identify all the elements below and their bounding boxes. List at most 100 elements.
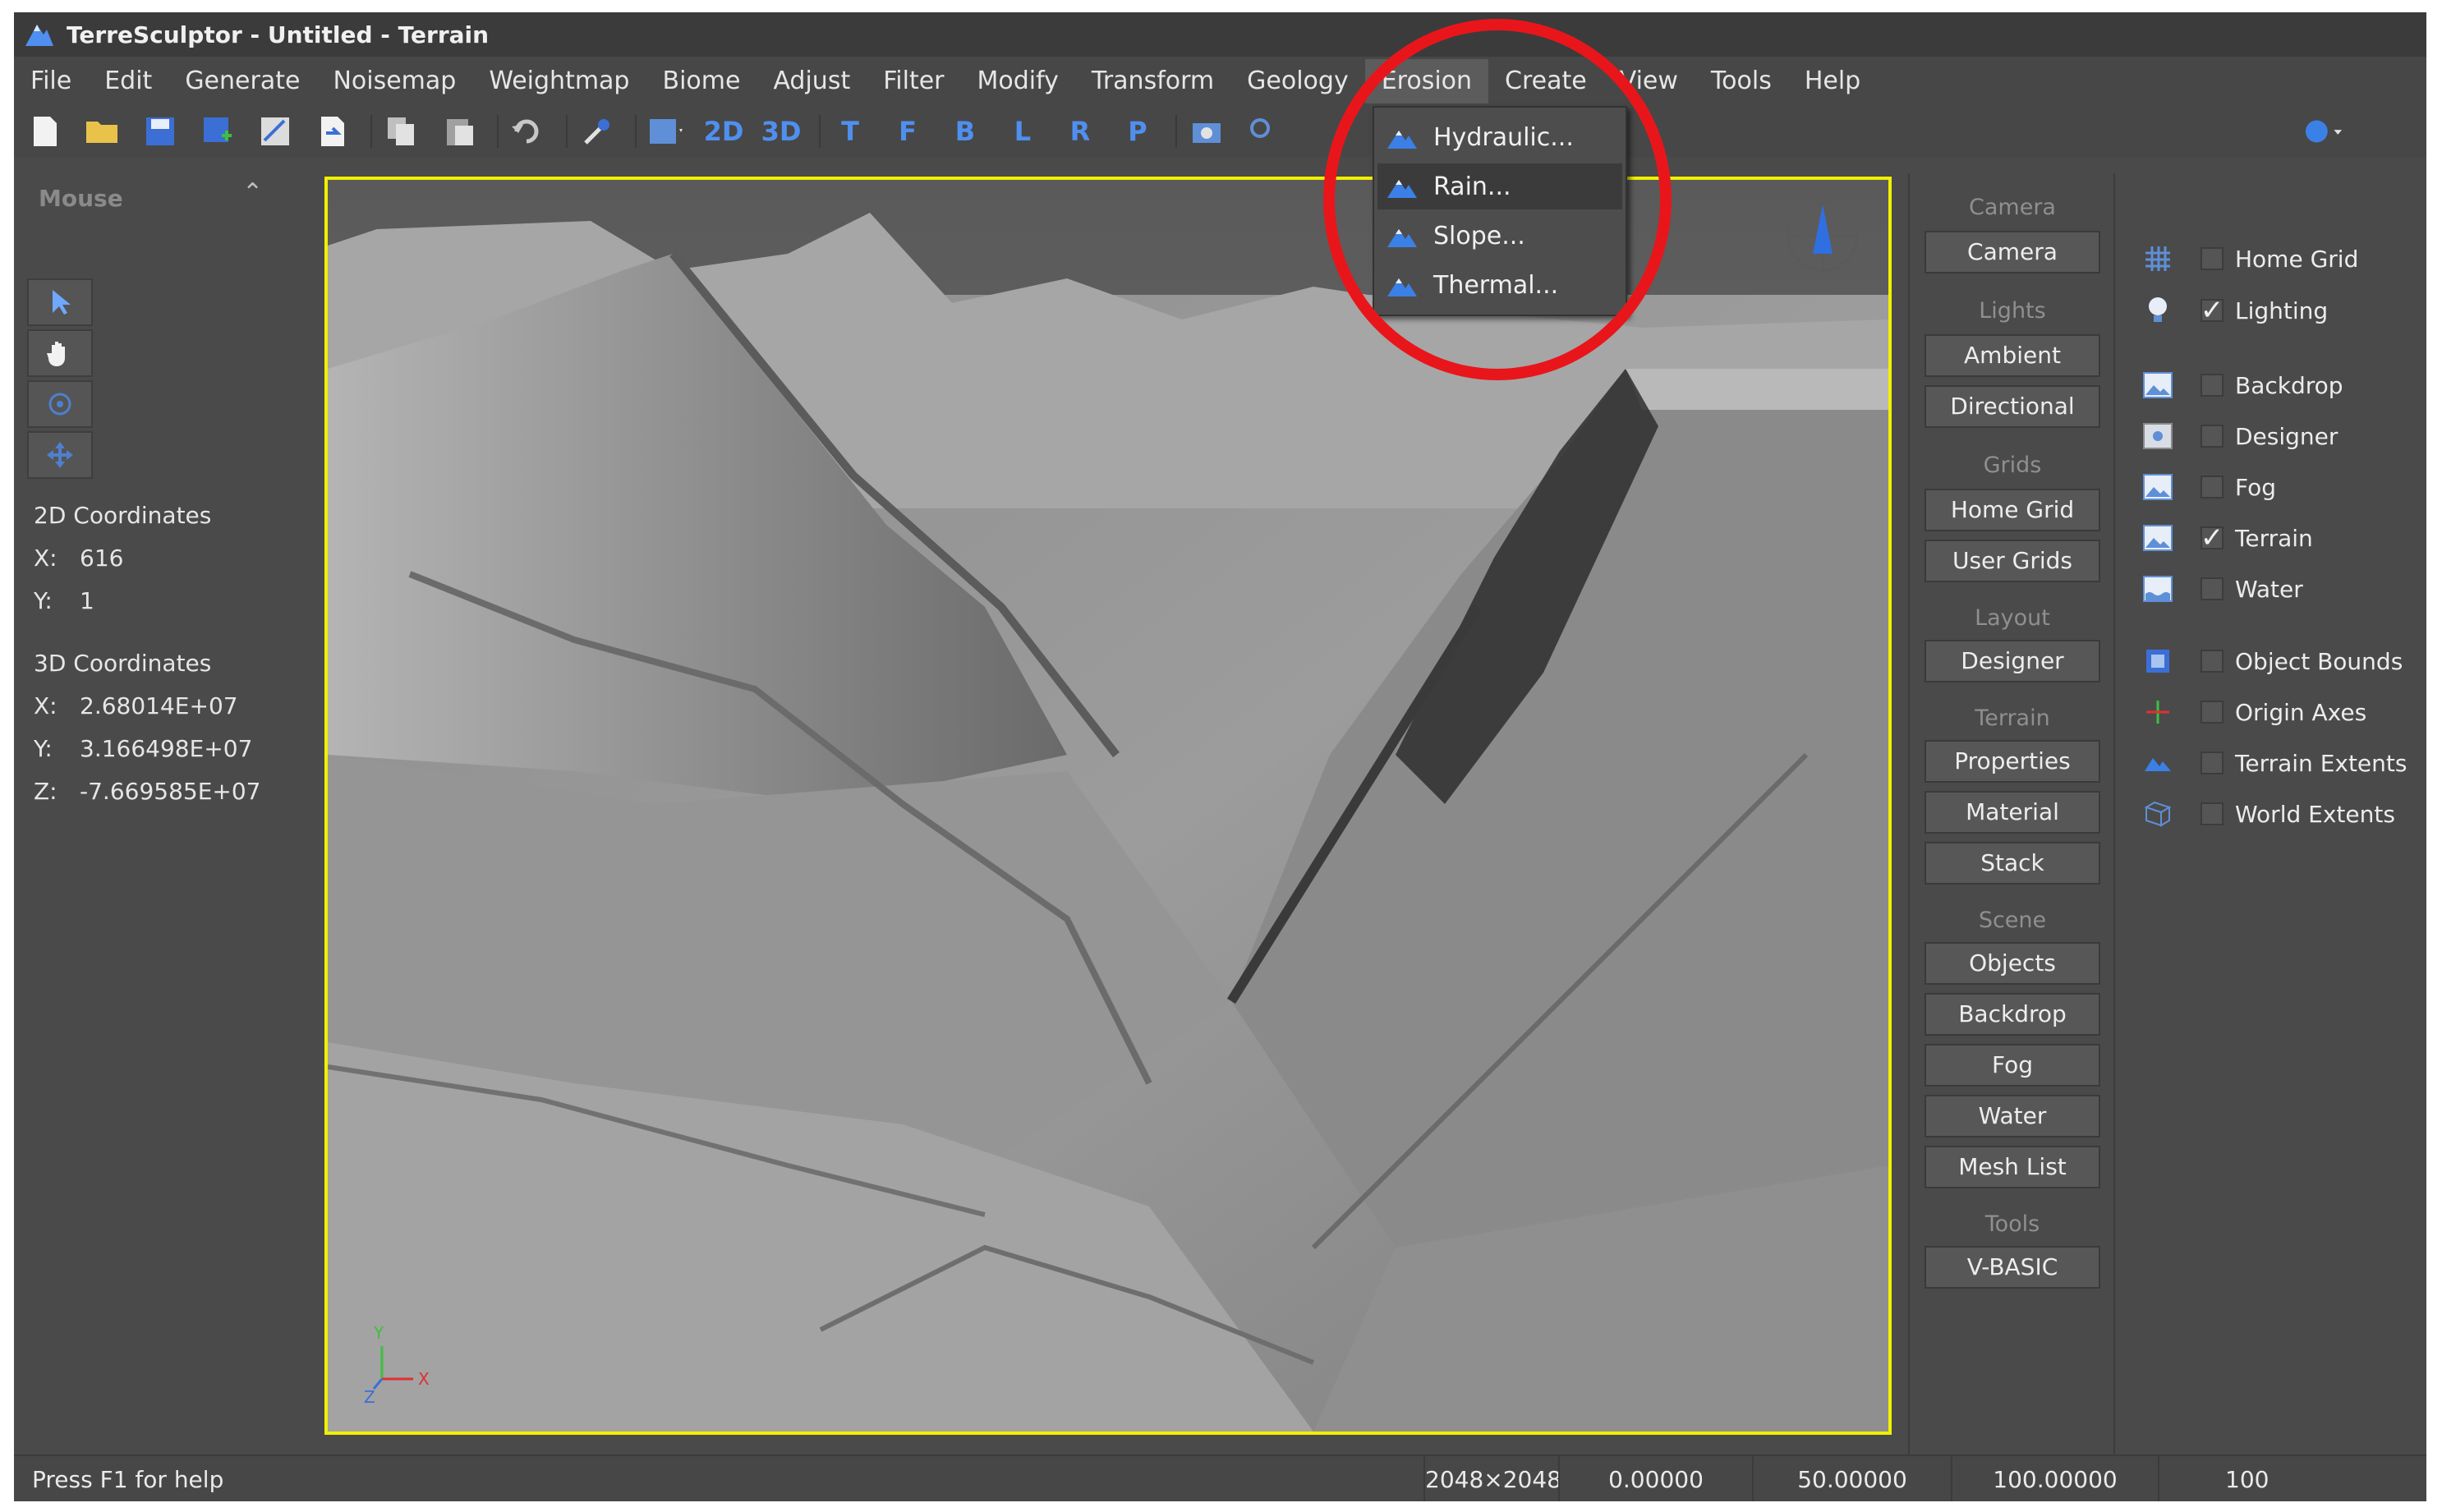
menu-weightmap[interactable]: Weightmap: [472, 59, 646, 103]
lighting-checkbox[interactable]: ✓: [2201, 296, 2224, 324]
menu-file[interactable]: File: [14, 59, 88, 103]
export-icon[interactable]: [255, 112, 295, 151]
open-folder-icon[interactable]: [83, 112, 122, 151]
menu-biome[interactable]: Biome: [646, 59, 757, 103]
save-icon[interactable]: [140, 112, 180, 151]
fog-button[interactable]: Fog: [1925, 1044, 2100, 1087]
option-terrain[interactable]: ✓ Terrain: [2115, 520, 2313, 556]
compass-icon[interactable]: [1783, 196, 1862, 275]
menu-edit[interactable]: Edit: [88, 59, 168, 103]
coords-2d-x-value: 616: [80, 545, 124, 572]
camera-button[interactable]: Camera: [1925, 231, 2100, 273]
menu-help[interactable]: Help: [1788, 59, 1877, 103]
menu-generate[interactable]: Generate: [168, 59, 316, 103]
lighting-label: Lighting: [2235, 296, 2329, 324]
terrain-checkbox[interactable]: ✓: [2201, 524, 2224, 552]
option-backdrop[interactable]: Backdrop: [2115, 367, 2343, 403]
properties-button[interactable]: Properties: [1925, 740, 2100, 783]
status-help-text: Press F1 for help: [32, 1466, 224, 1493]
orbit-tool-button[interactable]: [27, 380, 93, 428]
select-tool-button[interactable]: [27, 278, 93, 326]
resolution-icon[interactable]: [646, 112, 686, 151]
view-top-button[interactable]: T: [830, 112, 870, 151]
option-designer[interactable]: Designer: [2115, 418, 2338, 454]
coords-3d-x-value: 2.68014E+07: [80, 692, 238, 719]
designer-checkbox[interactable]: [2201, 425, 2224, 448]
menu-geology[interactable]: Geology: [1230, 59, 1365, 103]
option-object-bounds[interactable]: Object Bounds: [2115, 643, 2403, 679]
toolbar-separator: [566, 115, 568, 148]
world-extents-checkbox[interactable]: [2201, 802, 2224, 825]
menu-modify[interactable]: Modify: [961, 59, 1075, 103]
paste-icon[interactable]: [439, 112, 479, 151]
material-button[interactable]: Material: [1925, 791, 2100, 834]
mesh-list-button[interactable]: Mesh List: [1925, 1146, 2100, 1188]
vbasic-button[interactable]: V-BASIC: [1925, 1246, 2100, 1289]
view-front-button[interactable]: F: [888, 112, 927, 151]
option-lighting[interactable]: ✓ Lighting: [2115, 292, 2328, 329]
home-grid-checkbox[interactable]: [2201, 247, 2224, 270]
zoom-tool-button[interactable]: [27, 431, 93, 479]
terrain-extents-checkbox[interactable]: [2201, 751, 2224, 774]
view-2d-button[interactable]: 2D: [704, 112, 744, 151]
camera-reset-icon[interactable]: [1187, 112, 1226, 151]
origin-axes-checkbox[interactable]: [2201, 701, 2224, 724]
menu-item-rain[interactable]: Rain...: [1377, 163, 1622, 209]
user-grids-button[interactable]: User Grids: [1925, 540, 2100, 582]
pan-tool-button[interactable]: [27, 329, 93, 377]
option-world-extents[interactable]: World Extents: [2115, 796, 2395, 832]
objects-button[interactable]: Objects: [1925, 942, 2100, 985]
menu-adjust[interactable]: Adjust: [757, 59, 867, 103]
object-bounds-checkbox[interactable]: [2201, 650, 2224, 673]
coords-2d-y-value: 1: [80, 587, 94, 614]
coords-3d-x-label: X:: [34, 692, 57, 719]
menu-noisemap[interactable]: Noisemap: [316, 59, 472, 103]
coords-3d-z-label: Z:: [34, 778, 57, 805]
terrain-viewport[interactable]: Y X Z: [324, 177, 1892, 1435]
directional-button[interactable]: Directional: [1925, 385, 2100, 428]
collapse-up-icon[interactable]: ⌃: [242, 178, 263, 207]
view-left-button[interactable]: L: [1003, 112, 1042, 151]
view-right-button[interactable]: R: [1060, 112, 1100, 151]
option-home-grid[interactable]: Home Grid: [2115, 241, 2358, 277]
title-bar: TerreSculptor - Untitled - Terrain: [14, 12, 2426, 57]
backdrop-checkbox[interactable]: [2201, 374, 2224, 397]
scene-controls-panel: Camera Camera Lights Ambient Directional…: [1908, 173, 2115, 1455]
render-globe-icon[interactable]: [2304, 112, 2343, 151]
water-checkbox[interactable]: [2201, 577, 2224, 600]
view-perspective-button[interactable]: P: [1118, 112, 1157, 151]
stack-button[interactable]: Stack: [1925, 842, 2100, 885]
option-water[interactable]: Water: [2115, 571, 2303, 607]
picker-icon[interactable]: [577, 112, 617, 151]
water-button[interactable]: Water: [1925, 1095, 2100, 1137]
menu-erosion[interactable]: Erosion: [1364, 59, 1489, 103]
backdrop-button[interactable]: Backdrop: [1925, 993, 2100, 1036]
menu-create[interactable]: Create: [1488, 59, 1603, 103]
option-origin-axes[interactable]: Origin Axes: [2115, 694, 2366, 730]
view-back-button[interactable]: B: [945, 112, 985, 151]
fog-checkbox[interactable]: [2201, 476, 2224, 499]
toolbar: 2D 3D T F B L R P: [14, 106, 2426, 157]
designer-button[interactable]: Designer: [1925, 640, 2100, 682]
menu-tools[interactable]: Tools: [1695, 59, 1788, 103]
new-file-icon[interactable]: [25, 112, 65, 151]
option-fog[interactable]: Fog: [2115, 469, 2276, 505]
copy-icon[interactable]: [382, 112, 421, 151]
view-3d-button[interactable]: 3D: [761, 112, 802, 151]
menu-transform[interactable]: Transform: [1075, 59, 1230, 103]
image-icon: [2141, 369, 2174, 402]
coords-2d-title: 2D Coordinates: [34, 502, 212, 529]
home-grid-button[interactable]: Home Grid: [1925, 489, 2100, 531]
menu-view[interactable]: View: [1603, 59, 1695, 103]
option-terrain-extents[interactable]: Terrain Extents: [2115, 745, 2407, 781]
menu-filter[interactable]: Filter: [867, 59, 960, 103]
toolbar-separator: [370, 115, 372, 148]
menu-item-thermal[interactable]: Thermal...: [1377, 262, 1622, 308]
undo-icon[interactable]: [508, 112, 548, 151]
save-as-icon[interactable]: [198, 112, 237, 151]
ambient-button[interactable]: Ambient: [1925, 334, 2100, 377]
menu-item-hydraulic[interactable]: Hydraulic...: [1377, 114, 1622, 160]
zoom-extents-icon[interactable]: [1244, 112, 1284, 151]
menu-item-slope[interactable]: Slope...: [1377, 213, 1622, 259]
import-icon[interactable]: [313, 112, 352, 151]
